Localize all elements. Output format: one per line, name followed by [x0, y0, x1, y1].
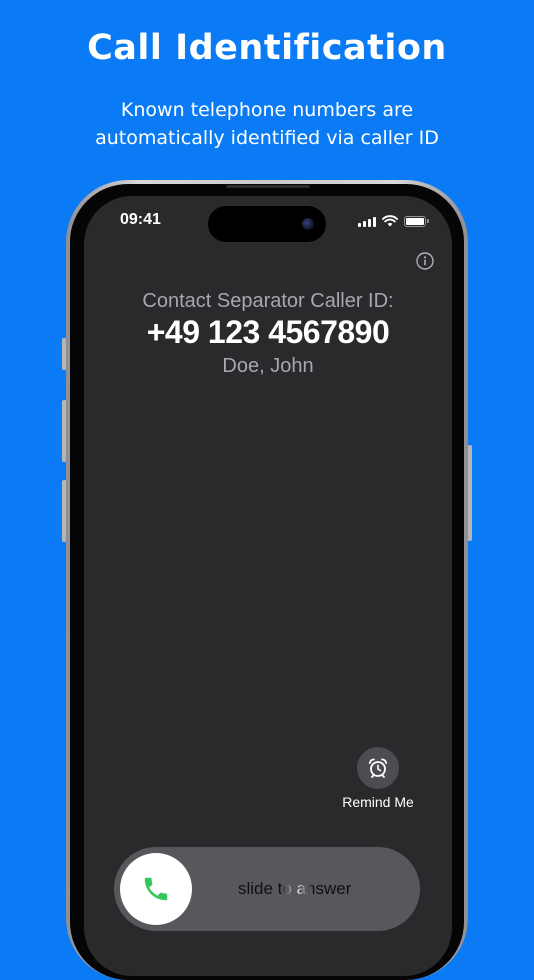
remind-me-label: Remind Me: [342, 794, 414, 810]
battery-icon: [404, 215, 429, 227]
status-time: 09:41: [120, 211, 161, 228]
cellular-signal-icon: [358, 216, 376, 227]
caller-id-label: Contact Separator Caller ID:: [142, 290, 394, 312]
caller-name: Doe, John: [222, 355, 314, 377]
promo-title: Call Identification: [87, 28, 447, 68]
caller-phone-number: +49 123 4567890: [146, 314, 390, 350]
phone-screen: 09:41 Contact Separator Caller ID: +49 1…: [84, 196, 452, 976]
phone-icon: [144, 877, 168, 901]
info-icon[interactable]: [416, 252, 434, 270]
slide-to-answer-text: slide to answer: [238, 879, 352, 898]
alarm-clock-icon: [368, 758, 388, 778]
answer-call-knob[interactable]: [120, 853, 192, 925]
wifi-icon: [382, 215, 398, 227]
status-indicators: [358, 214, 429, 228]
front-camera: [302, 218, 314, 230]
slide-to-answer-track[interactable]: slide to answer: [114, 847, 420, 931]
top-speaker: [226, 185, 310, 188]
dynamic-island: [208, 206, 326, 242]
promo-subtitle: Known telephone numbers are automaticall…: [95, 99, 439, 149]
remind-me-button[interactable]: [357, 747, 399, 789]
